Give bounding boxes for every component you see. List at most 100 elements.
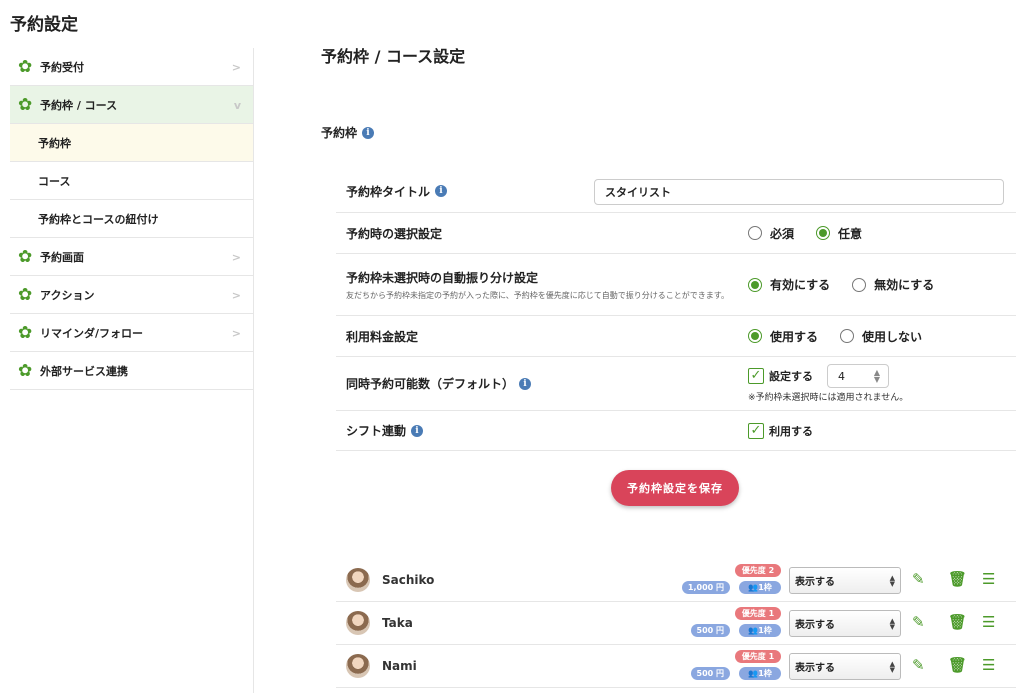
row-concurrent: 同時予約可能数（デフォルト） i ✓ 設定する 4 ▲ ▼ ※予約枠未選択時には適… — [336, 357, 1016, 411]
frame-title-input[interactable]: スタイリスト — [594, 179, 1004, 205]
list-item: Sachiko 優先度 2 1,000 円 👥 1枠 表示する ▲ ▼ ✎ 🗑 ☰ — [336, 559, 1016, 602]
selection-radio-group: 必須 任意 — [748, 225, 884, 242]
radio-icon — [852, 277, 867, 292]
info-icon[interactable]: i — [519, 377, 532, 390]
price-badge: 500 円 — [690, 667, 730, 680]
sidebar-item-label: 予約画面 — [40, 250, 84, 264]
row-label: 利用料金設定 — [346, 329, 419, 344]
row-label: 予約枠未選択時の自動振り分け設定 — [346, 270, 539, 285]
count-text: 1枠 — [758, 669, 772, 678]
sidebar-item-reservation-screen[interactable]: ✿ 予約画面 > — [10, 238, 253, 276]
row-description: 友だちから予約枠未指定の予約が入った際に、予約枠を優先度に応じて自動で振り分ける… — [346, 290, 729, 300]
chevron-right-icon: > — [231, 327, 241, 340]
select-arrows-icon: ▲ ▼ — [889, 660, 895, 674]
sidebar-item-label: 予約枠とコースの紐付け — [38, 212, 159, 226]
sidebar-item-label: コース — [38, 174, 71, 188]
sidebar-subitem-frame[interactable]: 予約枠 — [10, 124, 253, 162]
frame-name: Sachiko — [382, 573, 435, 587]
section-title-text: 予約枠 — [321, 126, 358, 140]
save-frame-settings-button[interactable]: 予約枠設定を保存 — [611, 470, 739, 506]
radio-label: 必須 — [770, 226, 795, 241]
row-label: 予約時の選択設定 — [346, 226, 443, 241]
radio-label: 使用する — [770, 329, 819, 344]
sidebar-item-label: 予約枠 — [38, 136, 71, 150]
sidebar-item-frame-course[interactable]: ✿ 予約枠 / コース v — [10, 86, 253, 124]
priority-badge: 優先度 1 — [735, 607, 781, 620]
radio-icon — [840, 329, 855, 343]
select-arrows-icon: ▲ ▼ — [889, 617, 895, 631]
row-label: 予約枠タイトル i — [336, 183, 448, 200]
gear-icon: ✿ — [18, 56, 33, 77]
drag-handle-icon[interactable]: ☰ — [982, 571, 995, 587]
price-badge: 500 円 — [690, 624, 730, 637]
gear-icon: ✿ — [18, 246, 33, 267]
edit-icon[interactable]: ✎ — [912, 614, 925, 630]
sidebar-subitem-course[interactable]: コース — [10, 162, 253, 200]
radio-required[interactable]: 必須 — [748, 225, 794, 242]
frame-list: Sachiko 優先度 2 1,000 円 👥 1枠 表示する ▲ ▼ ✎ 🗑 ☰ T… — [336, 559, 1016, 688]
concurrent-note: ※予約枠未選択時には適用されません。 — [748, 393, 909, 403]
row-label: シフト連動 i — [336, 422, 424, 439]
info-icon[interactable]: i — [435, 185, 448, 197]
users-icon: 👥 — [748, 626, 759, 635]
info-icon[interactable]: i — [362, 126, 375, 139]
edit-icon[interactable]: ✎ — [912, 571, 925, 587]
chevron-right-icon: > — [231, 251, 241, 264]
info-icon[interactable]: i — [411, 424, 424, 437]
trash-icon[interactable]: 🗑 — [948, 571, 967, 587]
avatar — [346, 568, 370, 592]
sidebar-item-label: 予約枠 / コース — [40, 98, 118, 112]
select-value: 表示する — [795, 663, 835, 674]
sidebar-item-label: リマインダ/フォロー — [40, 326, 144, 340]
avatar — [346, 654, 370, 678]
radio-icon — [748, 329, 762, 343]
trash-icon[interactable]: 🗑 — [948, 614, 967, 630]
sidebar-item-label: 外部サービス連携 — [40, 364, 128, 378]
radio-icon — [748, 277, 762, 292]
count-text: 1枠 — [758, 626, 772, 635]
concurrent-number-input[interactable]: 4 ▲ ▼ — [827, 364, 889, 388]
edit-icon[interactable]: ✎ — [912, 657, 925, 673]
chevron-right-icon: > — [231, 289, 241, 302]
frame-name: Nami — [382, 659, 417, 673]
select-value: 表示する — [795, 620, 835, 631]
radio-not-use[interactable]: 使用しない — [840, 328, 922, 345]
sidebar-item-external[interactable]: ✿ 外部サービス連携 — [10, 352, 253, 390]
visibility-select[interactable]: 表示する ▲ ▼ — [789, 610, 901, 637]
sidebar-item-reminder[interactable]: ✿ リマインダ/フォロー > — [10, 314, 253, 352]
settings-form: 予約枠タイトル i スタイリスト 予約時の選択設定 必須 任意 予約枠未選択時の… — [336, 170, 1016, 451]
shift-checkbox[interactable]: ✓ — [748, 422, 764, 439]
sidebar-subitem-link[interactable]: 予約枠とコースの紐付け — [10, 200, 253, 238]
fee-radio-group: 使用する 使用しない — [748, 328, 944, 345]
radio-disable[interactable]: 無効にする — [852, 276, 934, 293]
auto-radio-group: 有効にする 無効にする — [748, 276, 956, 293]
avatar — [346, 611, 370, 635]
row-frame-title: 予約枠タイトル i スタイリスト — [336, 170, 1016, 213]
gear-icon: ✿ — [18, 322, 33, 343]
checkbox-label: 設定する — [769, 370, 813, 383]
sidebar-item-action[interactable]: ✿ アクション > — [10, 276, 253, 314]
spinner-icon[interactable]: ▲ ▼ — [874, 369, 880, 384]
radio-label: 使用しない — [862, 329, 923, 344]
visibility-select[interactable]: 表示する ▲ ▼ — [789, 653, 901, 680]
drag-handle-icon[interactable]: ☰ — [982, 614, 995, 630]
drag-handle-icon[interactable]: ☰ — [982, 657, 995, 673]
select-value: 表示する — [795, 577, 835, 588]
trash-icon[interactable]: 🗑 — [948, 657, 967, 673]
priority-badge: 優先度 1 — [735, 650, 781, 663]
radio-icon — [748, 226, 762, 240]
radio-enable[interactable]: 有効にする — [748, 276, 830, 293]
concurrent-checkbox[interactable]: ✓ — [748, 368, 764, 384]
count-badge: 👥 1枠 — [739, 624, 781, 637]
radio-use[interactable]: 使用する — [748, 328, 818, 345]
list-item: Taka 優先度 1 500 円 👥 1枠 表示する ▲ ▼ ✎ 🗑 ☰ — [336, 602, 1016, 645]
sidebar-divider — [253, 48, 254, 693]
radio-label: 無効にする — [874, 278, 935, 292]
row-label: 同時予約可能数（デフォルト） i — [336, 375, 532, 392]
label-text: シフト連動 — [346, 424, 407, 438]
frame-name: Taka — [382, 616, 413, 630]
radio-optional[interactable]: 任意 — [816, 225, 862, 242]
visibility-select[interactable]: 表示する ▲ ▼ — [789, 567, 901, 594]
sidebar-item-reservation-accept[interactable]: ✿ 予約受付 > — [10, 48, 253, 86]
chevron-down-icon: v — [233, 99, 241, 112]
